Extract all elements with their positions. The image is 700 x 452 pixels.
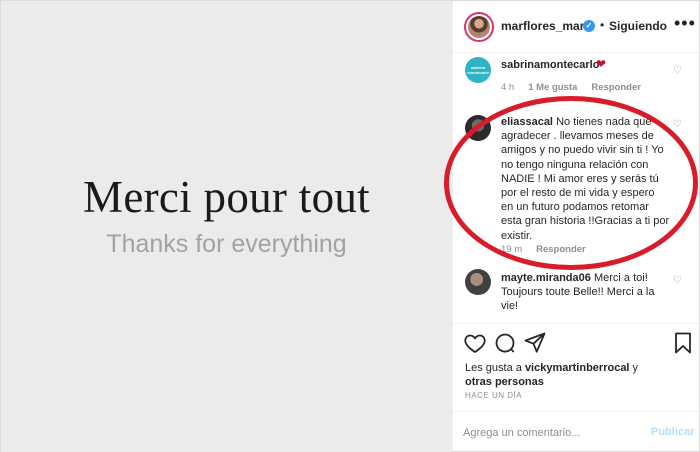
comment-body: eliassacal No tienes nada que agradecer … (501, 115, 679, 243)
comment-meta: 4 h 1 Me gusta Responder (501, 82, 641, 93)
liked-by-user-link[interactable]: vickymartinberrocal (525, 362, 630, 374)
reply-button[interactable]: Responder (536, 244, 586, 255)
author-username[interactable]: marflores_mar (501, 19, 584, 33)
comment-input[interactable] (463, 425, 633, 441)
comments-panel: marflores_mar ✓ • Siguiendo ••• sabrina … (452, 1, 700, 452)
comment-text-line: NADIE ! Mi amor eres y serás tú (501, 172, 659, 185)
comment-text-line: No tienes nada que (556, 116, 652, 128)
more-options-icon[interactable]: ••• (674, 13, 696, 34)
post-actions-bar (453, 323, 700, 363)
comment-text-line: agradecer . llevamos meses de (501, 130, 654, 143)
comment-text-line: existir. (501, 229, 533, 242)
like-comment-heart-icon[interactable]: ♡ (673, 275, 682, 286)
comment-text-line: por el resto de mi vida y espero (501, 187, 655, 200)
red-heart-emoji-icon: ❤ (596, 57, 607, 71)
comment-time: 19 m (501, 244, 523, 255)
comment-text-line: amigos y no puedo vivir sin ti ! Yo (501, 144, 664, 157)
post-image-title: Merci pour tout (83, 172, 370, 222)
commenter-avatar[interactable] (465, 115, 491, 141)
like-heart-icon[interactable] (463, 331, 487, 355)
comment-username[interactable]: sabrinamontecarlo (501, 59, 599, 71)
following-button[interactable]: Siguiendo (609, 19, 667, 33)
likes-suffix: y (629, 362, 639, 374)
commenter-avatar[interactable] (465, 269, 491, 295)
comment-username[interactable]: mayte.miranda06 (501, 272, 591, 284)
comment-text-line: en un futuro podamos retomar (501, 201, 649, 214)
comment-username[interactable]: eliassacal (501, 116, 553, 128)
like-comment-heart-icon[interactable]: ♡ (673, 65, 682, 76)
avatar-logo-text: sabrina montecarlo (467, 65, 489, 75)
author-avatar[interactable] (464, 12, 494, 42)
post-image-subtitle: Thanks for everything (106, 230, 347, 258)
comment-likes-count[interactable]: 1 Me gusta (528, 82, 577, 93)
share-send-icon[interactable] (523, 331, 547, 355)
comment-text-line: Toujours toute Belle!! Merci a la (501, 286, 655, 299)
commenter-avatar[interactable]: sabrina montecarlo (465, 57, 491, 83)
separator-dot: • (600, 18, 605, 32)
save-bookmark-icon[interactable] (671, 331, 695, 355)
post-window: Merci pour tout Thanks for everything ma… (0, 0, 700, 452)
comment-time: 4 h (501, 82, 515, 93)
comment-text-line: vie! (501, 300, 519, 313)
post-timestamp[interactable]: HACE UN DÍA (465, 391, 522, 400)
like-comment-heart-icon[interactable]: ♡ (673, 119, 682, 130)
likes-summary: Les gusta a vickymartinberrocal y otras … (465, 361, 695, 389)
reply-button[interactable]: Responder (591, 82, 641, 93)
comment-meta: 19 m Responder (501, 244, 586, 255)
post-image[interactable]: Merci pour tout Thanks for everything (1, 1, 452, 452)
comment-text-line: no tengo ninguna relación con (501, 158, 649, 171)
verified-badge-icon: ✓ (583, 20, 595, 32)
comment-body: mayte.miranda06 Merci a toi! Toujours to… (501, 271, 681, 314)
comment-bubble-icon[interactable] (493, 331, 517, 355)
liked-by-others-link[interactable]: otras personas (465, 376, 544, 388)
comment-text-line: Merci a toi! (593, 272, 648, 284)
add-comment-bar: Publicar (453, 411, 700, 452)
post-header: marflores_mar ✓ • Siguiendo ••• (453, 1, 700, 53)
likes-prefix: Les gusta a (465, 362, 525, 374)
publish-button[interactable]: Publicar (651, 426, 694, 438)
comment-text-line: esta gran historia !!Gracias a ti por (501, 215, 670, 228)
